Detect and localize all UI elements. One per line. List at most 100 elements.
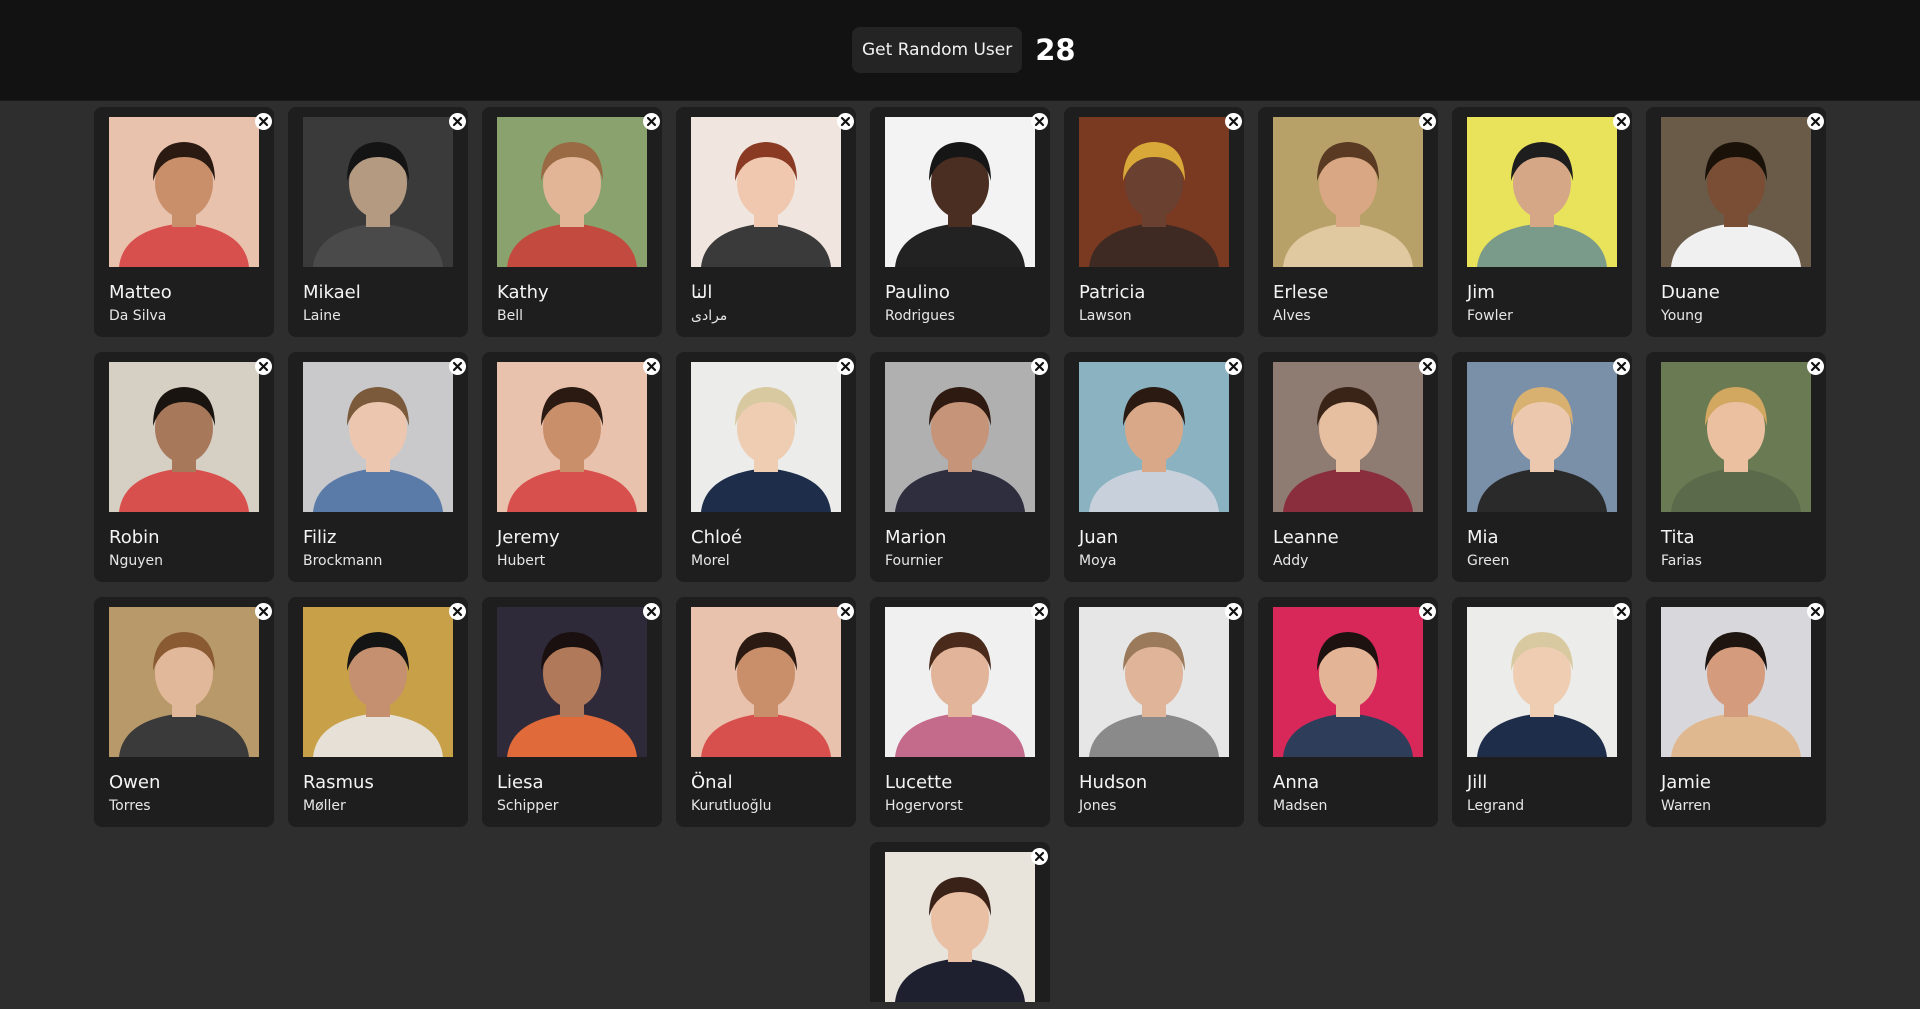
close-icon: [1616, 116, 1627, 127]
avatar: [1661, 607, 1811, 757]
remove-user-button[interactable]: [837, 113, 854, 130]
user-last-name: Legrand: [1467, 798, 1525, 814]
avatar: [303, 117, 453, 267]
remove-user-button[interactable]: [837, 358, 854, 375]
close-icon: [840, 606, 851, 617]
remove-user-button[interactable]: [1419, 603, 1436, 620]
close-icon: [1228, 606, 1239, 617]
user-card: Patricia Lawson: [1064, 107, 1244, 337]
remove-user-button[interactable]: [255, 603, 272, 620]
avatar: [885, 852, 1035, 1002]
avatar-photo: [1273, 607, 1423, 757]
remove-user-button[interactable]: [1031, 113, 1048, 130]
remove-user-button[interactable]: [1807, 358, 1824, 375]
user-first-name: Owen: [109, 772, 161, 793]
user-card: Jeremy Hubert: [482, 352, 662, 582]
close-icon: [1810, 361, 1821, 372]
remove-user-button[interactable]: [1031, 848, 1048, 865]
avatar: [1273, 362, 1423, 512]
user-first-name: Jim: [1467, 282, 1495, 303]
close-icon: [258, 361, 269, 372]
close-icon: [1034, 606, 1045, 617]
user-card: Rasmus Møller: [288, 597, 468, 827]
user-last-name: مرادی: [691, 308, 728, 324]
user-card: Erlese Alves: [1258, 107, 1438, 337]
remove-user-button[interactable]: [449, 603, 466, 620]
avatar-photo: [303, 117, 453, 267]
remove-user-button[interactable]: [1613, 358, 1630, 375]
user-last-name: Young: [1661, 308, 1703, 324]
user-grid: Matteo Da Silva Mikael Laine Kathy Bell النا مر…: [94, 107, 1826, 1002]
avatar-photo: [1467, 607, 1617, 757]
user-last-name: Alves: [1273, 308, 1311, 324]
remove-user-button[interactable]: [255, 113, 272, 130]
user-card: Jill Legrand: [1452, 597, 1632, 827]
close-icon: [646, 606, 657, 617]
remove-user-button[interactable]: [1225, 358, 1242, 375]
remove-user-button[interactable]: [1031, 358, 1048, 375]
remove-user-button[interactable]: [837, 603, 854, 620]
user-card: Tita Farias: [1646, 352, 1826, 582]
user-first-name: Jill: [1467, 772, 1488, 793]
close-icon: [1228, 116, 1239, 127]
remove-user-button[interactable]: [1613, 603, 1630, 620]
user-last-name: Rodrigues: [885, 308, 955, 324]
user-first-name: Marion: [885, 527, 947, 548]
avatar-photo: [885, 607, 1035, 757]
avatar-photo: [691, 117, 841, 267]
user-card: Hudson Jones: [1064, 597, 1244, 827]
avatar-photo: [497, 117, 647, 267]
user-first-name: Anna: [1273, 772, 1320, 793]
close-icon: [452, 606, 463, 617]
remove-user-button[interactable]: [1807, 113, 1824, 130]
user-last-name: Fournier: [885, 553, 943, 569]
remove-user-button[interactable]: [643, 113, 660, 130]
user-last-name: Warren: [1661, 798, 1711, 814]
user-card: Liesa Schipper: [482, 597, 662, 827]
remove-user-button[interactable]: [1807, 603, 1824, 620]
remove-user-button[interactable]: [449, 358, 466, 375]
user-last-name: Laine: [303, 308, 341, 324]
close-icon: [1228, 361, 1239, 372]
avatar-photo: [1661, 362, 1811, 512]
avatar-photo: [303, 362, 453, 512]
user-card: Marion Fournier: [870, 352, 1050, 582]
user-last-name: Jones: [1079, 798, 1117, 814]
user-first-name: Duane: [1661, 282, 1720, 303]
remove-user-button[interactable]: [1613, 113, 1630, 130]
remove-user-button[interactable]: [1031, 603, 1048, 620]
get-random-user-button[interactable]: Get Random User: [852, 27, 1023, 73]
user-first-name: Lucette: [885, 772, 953, 793]
remove-user-button[interactable]: [1419, 113, 1436, 130]
remove-user-button[interactable]: [1225, 603, 1242, 620]
avatar: [1079, 117, 1229, 267]
user-card: Jim Fowler: [1452, 107, 1632, 337]
close-icon: [1422, 116, 1433, 127]
remove-user-button[interactable]: [449, 113, 466, 130]
user-card: Anna Madsen: [1258, 597, 1438, 827]
user-first-name: Erlese: [1273, 282, 1329, 303]
avatar-photo: [1661, 607, 1811, 757]
close-icon: [258, 116, 269, 127]
user-last-name: Fowler: [1467, 308, 1513, 324]
user-last-name: Madsen: [1273, 798, 1328, 814]
user-card: Robin Nguyen: [94, 352, 274, 582]
remove-user-button[interactable]: [643, 358, 660, 375]
remove-user-button[interactable]: [643, 603, 660, 620]
close-icon: [1034, 851, 1045, 862]
avatar: [691, 607, 841, 757]
remove-user-button[interactable]: [1225, 113, 1242, 130]
user-last-name: Farias: [1661, 553, 1702, 569]
avatar: [1467, 362, 1617, 512]
avatar: [109, 607, 259, 757]
user-first-name: Rasmus: [303, 772, 374, 793]
user-card: Önal Kurutluoğlu: [676, 597, 856, 827]
user-card: Jamie Warren: [1646, 597, 1826, 827]
avatar-photo: [497, 362, 647, 512]
avatar-photo: [1661, 117, 1811, 267]
remove-user-button[interactable]: [1419, 358, 1436, 375]
avatar-photo: [885, 362, 1035, 512]
user-card: Kathy Bell: [482, 107, 662, 337]
avatar-photo: [1079, 607, 1229, 757]
remove-user-button[interactable]: [255, 358, 272, 375]
